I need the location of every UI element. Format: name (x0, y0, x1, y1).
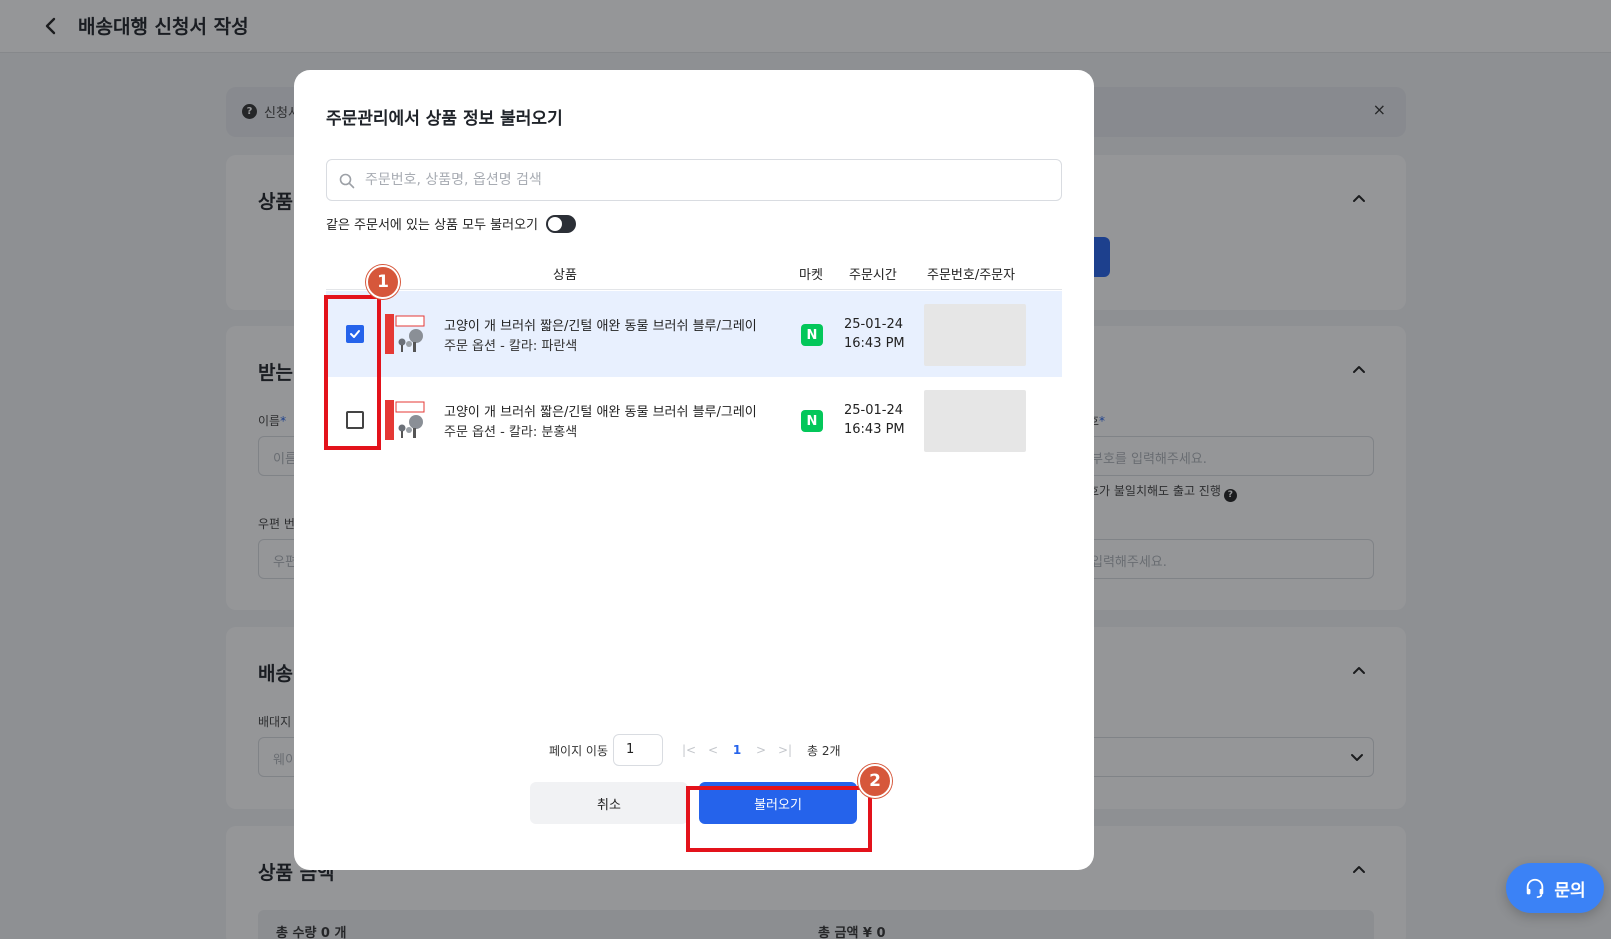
modal-title: 주문관리에서 상품 정보 불러오기 (326, 109, 563, 129)
product-thumbnail (385, 400, 425, 440)
next-page-icon[interactable]: > (751, 743, 771, 757)
column-order-time: 주문시간 (849, 268, 897, 283)
inquiry-button[interactable]: 문의 (1506, 863, 1604, 913)
order-time: 25-01-24 16:43 PM (844, 401, 905, 439)
product-option: 주문 옵션 - 칼라: 파란색 (444, 339, 578, 354)
step-marker-1: 1 (366, 265, 400, 299)
table-row[interactable]: 고양이 개 브러쉬 짧은/긴털 애완 동물 브러쉬 블루/그레이 주문 옵션 -… (326, 291, 1062, 377)
naver-market-icon: N (801, 324, 823, 346)
search-input[interactable] (365, 168, 1045, 192)
page-number[interactable]: 1 (727, 743, 747, 757)
first-page-icon[interactable]: |< (679, 743, 699, 757)
search-icon (339, 173, 355, 189)
product-name: 고양이 개 브러쉬 짧은/긴털 애완 동물 브러쉬 블루/그레이 (444, 405, 757, 420)
step-marker-2: 2 (858, 764, 892, 798)
order-date: 25-01-24 (844, 317, 904, 332)
load-all-toggle-label: 같은 주문서에 있는 상품 모두 불러오기 (326, 218, 539, 233)
page-jump-input[interactable]: 1 (613, 734, 664, 766)
inquiry-label: 문의 (1554, 880, 1586, 901)
load-all-toggle[interactable] (546, 214, 577, 233)
cancel-button[interactable]: 취소 (530, 782, 688, 824)
order-number-redacted (924, 390, 1026, 452)
column-order-number: 주문번호/주문자 (927, 268, 1016, 283)
table-row[interactable]: 고양이 개 브러쉬 짧은/긴털 애완 동물 브러쉬 블루/그레이 주문 옵션 -… (326, 377, 1062, 463)
total-count: 총 2개 (807, 743, 841, 758)
prev-page-icon[interactable]: < (703, 743, 723, 757)
product-name: 고양이 개 브러쉬 짧은/긴털 애완 동물 브러쉬 블루/그레이 (444, 319, 757, 334)
pagination: 페이지 이동 1 |< < 1 > >| 총 2개 (549, 734, 841, 766)
last-page-icon[interactable]: >| (775, 743, 795, 757)
page-jump-label: 페이지 이동 (549, 743, 609, 758)
order-clock: 16:43 PM (844, 422, 905, 437)
column-product: 상품 (553, 268, 577, 283)
load-products-modal: 주문관리에서 상품 정보 불러오기 같은 주문서에 있는 상품 모두 불러오기 … (294, 70, 1094, 870)
order-clock: 16:43 PM (844, 336, 905, 351)
product-thumbnail (385, 314, 425, 354)
headset-icon (1527, 878, 1544, 898)
naver-market-icon: N (801, 410, 823, 432)
highlight-checkboxes (324, 295, 381, 450)
highlight-load-button (686, 786, 872, 852)
load-all-toggle-row: 같은 주문서에 있는 상품 모두 불러오기 (326, 214, 577, 233)
table-header: 상품 마켓 주문시간 주문번호/주문자 (326, 254, 1062, 290)
order-date: 25-01-24 (844, 403, 904, 418)
order-number-redacted (924, 304, 1026, 366)
search-box (326, 159, 1062, 201)
product-option: 주문 옵션 - 칼라: 분홍색 (444, 425, 578, 440)
order-time: 25-01-24 16:43 PM (844, 315, 905, 353)
column-market: 마켓 (799, 268, 823, 283)
